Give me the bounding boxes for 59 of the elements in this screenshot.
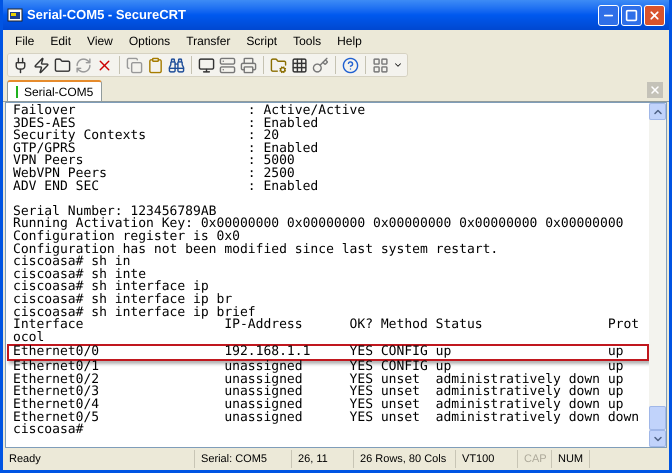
terminal-line: Ethernet0/3 unassigned YES unset administratively down up xyxy=(13,384,624,400)
terminal-line: ciscoasa# sh in xyxy=(13,254,130,270)
printer-icon[interactable] xyxy=(240,56,257,74)
status-panel: 26, 11 xyxy=(294,450,354,468)
binoculars-icon[interactable] xyxy=(168,56,185,74)
lightning-icon[interactable] xyxy=(33,56,50,74)
terminal-line: ciscoasa# xyxy=(13,422,84,438)
terminal-line: Running Activation Key: 0x00000000 0x00000000 0x00000000 0x00000000 0x00000000 xyxy=(13,216,624,232)
grid-icon[interactable] xyxy=(291,56,308,74)
terminal-line: Security Contexts : 20 xyxy=(13,128,280,144)
menu-item[interactable]: Edit xyxy=(42,32,80,50)
close-button[interactable] xyxy=(644,4,665,26)
folder-icon[interactable] xyxy=(54,56,71,74)
menu-item[interactable]: Transfer xyxy=(178,32,238,50)
scroll-up-button[interactable] xyxy=(649,103,666,120)
session-tab[interactable]: Serial-COM5 xyxy=(7,80,102,101)
terminal-line: VPN Peers : 5000 xyxy=(13,153,295,168)
server-icon[interactable] xyxy=(219,56,236,74)
status-panel: CAP xyxy=(520,450,552,468)
clipboard-icon[interactable] xyxy=(147,56,164,74)
copy-icon[interactable] xyxy=(126,56,143,74)
help-icon[interactable] xyxy=(342,56,359,74)
terminal-line: Ethernet0/1 unassigned YES CONFIG up up xyxy=(13,359,624,374)
settings-icon[interactable] xyxy=(270,56,287,74)
terminal-line: Failover : Active/Active xyxy=(13,103,366,118)
menu-item[interactable]: Script xyxy=(238,32,286,50)
status-panel: Ready xyxy=(5,450,195,468)
terminal-line: WebVPN Peers : 2500 xyxy=(13,166,295,181)
scrollbar[interactable] xyxy=(649,103,666,447)
menu-item[interactable]: Help xyxy=(329,32,370,50)
minimize-button[interactable] xyxy=(598,4,619,26)
menu-item[interactable]: View xyxy=(79,32,121,50)
menu-item[interactable]: Tools xyxy=(285,32,330,50)
status-panel: Serial: COM5 xyxy=(197,450,292,468)
terminal-line: Configuration register is 0x0 xyxy=(13,228,240,244)
key-icon[interactable] xyxy=(312,56,329,74)
menu-item[interactable]: Options xyxy=(120,32,178,50)
terminal-line: ADV END SEC : Enabled xyxy=(13,178,318,194)
terminal-line: ciscoasa# sh interface ip br xyxy=(13,292,232,307)
status-panel: 26 Rows, 80 Cols xyxy=(356,450,456,468)
maximize-icon xyxy=(625,8,638,22)
terminal-line: Ethernet0/4 unassigned YES unset administratively down up xyxy=(13,397,624,412)
terminal-line: Configuration has not been modified since last system restart. xyxy=(13,242,498,257)
status-panel: NUM xyxy=(554,450,590,468)
maximize-button[interactable] xyxy=(621,4,642,26)
scroll-thumb[interactable] xyxy=(649,406,666,430)
close-icon xyxy=(648,8,661,22)
terminal-line: Ethernet0/0 192.168.1.1 YES CONFIG up up xyxy=(13,346,624,360)
status-panel: VT100 xyxy=(458,450,518,468)
window-title: Serial-COM5 - SecureCRT xyxy=(27,6,187,24)
close-icon xyxy=(649,84,661,96)
scroll-down-button[interactable] xyxy=(649,430,666,447)
app-icon xyxy=(7,7,23,23)
terminal-line: ocol xyxy=(13,330,44,345)
terminal-line: Interface IP-Address OK? Method Status Prot xyxy=(13,317,640,332)
menu-item[interactable]: File xyxy=(7,32,42,50)
terminal-line: ciscoasa# sh interface ip xyxy=(13,279,209,294)
terminal-line: ciscoasa# sh interface ip brief xyxy=(13,304,256,320)
monitor-icon[interactable] xyxy=(198,56,215,74)
